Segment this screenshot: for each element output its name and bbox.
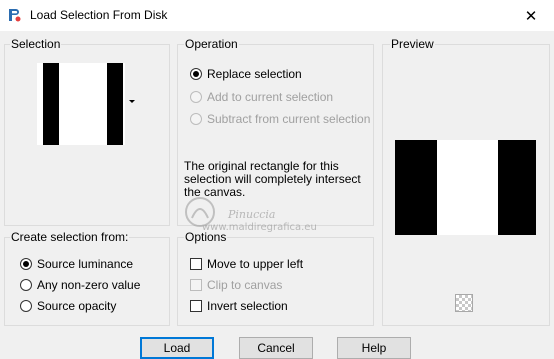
radio-indicator[interactable] (20, 279, 32, 291)
preview-image (395, 140, 536, 235)
check-invert-selection[interactable]: Invert selection (190, 297, 288, 315)
thumbnail-black-bar-left (43, 63, 59, 145)
close-button[interactable]: ✕ (508, 0, 554, 31)
radio-label: Any non-zero value (37, 278, 141, 292)
radio-source-luminance[interactable]: Source luminance (20, 255, 133, 273)
checkbox-label: Move to upper left (207, 257, 304, 271)
options-group-label: Options (184, 230, 228, 244)
preview-black-bar-left (395, 140, 437, 235)
create-selection-group-label: Create selection from: (10, 230, 130, 244)
radio-indicator[interactable] (190, 113, 202, 125)
operation-group-label: Operation (184, 37, 239, 51)
selection-group-label: Selection (10, 37, 62, 51)
radio-source-opacity[interactable]: Source opacity (20, 297, 116, 315)
check-move-to-upper-left[interactable]: Move to upper left (190, 255, 303, 273)
window-title: Load Selection From Disk (30, 8, 168, 22)
cancel-button[interactable]: Cancel (239, 337, 313, 359)
radio-label: Subtract from current selection (207, 112, 371, 126)
preview-group-label: Preview (390, 37, 435, 51)
radio-label: Replace selection (207, 67, 302, 81)
radio-label: Source opacity (37, 299, 117, 313)
transparency-checker-icon[interactable] (455, 294, 473, 312)
checkbox-indicator[interactable] (190, 300, 202, 312)
radio-any-non-zero-value[interactable]: Any non-zero value (20, 276, 140, 294)
checkbox-indicator[interactable] (190, 258, 202, 270)
radio-indicator[interactable] (190, 91, 202, 103)
thumbnail-black-bar-right (107, 63, 123, 145)
operation-info-text: The original rectangle for this selectio… (184, 159, 361, 199)
chevron-down-icon[interactable] (129, 100, 135, 103)
load-button[interactable]: Load (140, 337, 214, 359)
radio-indicator[interactable] (20, 258, 32, 270)
close-icon: ✕ (524, 7, 538, 25)
preview-black-bar-right (498, 140, 536, 235)
radio-subtract-from-selection[interactable]: Subtract from current selection (190, 110, 370, 128)
app-icon (9, 9, 21, 22)
selection-source-thumbnail[interactable] (37, 63, 125, 145)
radio-indicator[interactable] (190, 68, 202, 80)
radio-replace-selection[interactable]: Replace selection (190, 65, 302, 83)
checkbox-label: Invert selection (207, 299, 288, 313)
checkbox-label: Clip to canvas (207, 278, 283, 292)
radio-indicator[interactable] (20, 300, 32, 312)
radio-add-to-selection[interactable]: Add to current selection (190, 88, 333, 106)
check-clip-to-canvas[interactable]: Clip to canvas (190, 276, 282, 294)
title-bar: Load Selection From Disk ✕ (0, 0, 554, 31)
radio-label: Source luminance (37, 257, 134, 271)
help-button[interactable]: Help (337, 337, 411, 359)
radio-label: Add to current selection (207, 90, 334, 104)
checkbox-indicator[interactable] (190, 279, 202, 291)
